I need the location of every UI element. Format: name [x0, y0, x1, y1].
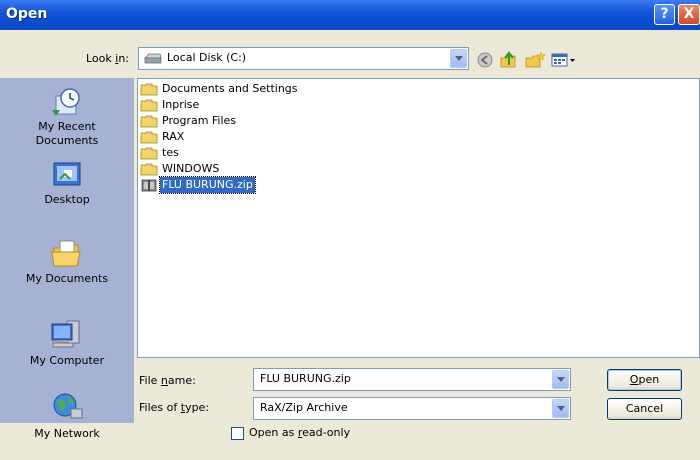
zip-archive-icon [141, 179, 157, 192]
cancel-button[interactable]: Cancel [607, 398, 682, 420]
read-only-checkbox[interactable] [231, 427, 244, 440]
views-menu-icon[interactable] [550, 50, 580, 70]
place-desktop[interactable]: Desktop [0, 161, 134, 207]
new-folder-icon[interactable] [524, 50, 546, 70]
dialog-title: Open [6, 6, 48, 22]
folder-icon [140, 83, 158, 96]
folder-icon [140, 163, 158, 176]
help-button[interactable]: ? [654, 4, 675, 25]
places-bar: My Recent Documents Desktop My Documents… [0, 78, 134, 440]
my-computer-icon [51, 320, 80, 348]
place-my-recent-documents[interactable]: My Recent Documents [0, 86, 134, 148]
place-label-line2: Documents [35, 134, 99, 147]
my-network-icon [53, 393, 83, 419]
folder-icon [140, 147, 158, 160]
file-type-label: Files of type: [139, 401, 210, 414]
title-bar: Open ? X [0, 0, 700, 30]
file-name-label: File name: [139, 374, 196, 387]
file-type-dropdown-button[interactable] [552, 399, 569, 418]
place-label: My Documents [25, 272, 109, 285]
file-list[interactable]: Documents and Settings Inprise Program F… [137, 78, 700, 358]
place-label: Desktop [44, 193, 90, 206]
file-type-value: RaX/Zip Archive [260, 401, 348, 414]
look-in-label: Look in: [86, 52, 130, 65]
folder-icon [140, 115, 158, 128]
my-documents-icon [51, 240, 81, 267]
look-in-dropdown-button[interactable] [450, 49, 467, 68]
file-name-value: FLU BURUNG.zip [260, 372, 351, 385]
place-label: My Network [34, 427, 100, 440]
recent-documents-icon [52, 88, 80, 116]
back-icon[interactable] [474, 50, 496, 70]
read-only-label: Open as read-only [249, 426, 351, 439]
file-name-dropdown-button[interactable] [552, 370, 569, 389]
place-label: My Computer [29, 354, 105, 367]
look-in-value: Local Disk (C:) [167, 51, 247, 64]
place-my-documents[interactable]: My Documents [0, 238, 134, 286]
local-disk-icon [144, 53, 162, 64]
file-type-select[interactable]: RaX/Zip Archive [253, 397, 571, 420]
place-my-computer[interactable]: My Computer [0, 318, 134, 368]
place-my-network[interactable]: My Network [0, 391, 134, 441]
folder-icon [140, 99, 158, 112]
place-label: My Recent [38, 120, 96, 133]
up-folder-icon[interactable] [498, 50, 520, 70]
open-button[interactable]: Open [607, 369, 682, 391]
folder-icon [140, 131, 158, 144]
file-name-input[interactable]: FLU BURUNG.zip [253, 368, 571, 391]
close-button[interactable]: X [678, 4, 700, 25]
desktop-icon [53, 162, 81, 186]
look-in-combo[interactable]: Local Disk (C:) [138, 47, 469, 70]
